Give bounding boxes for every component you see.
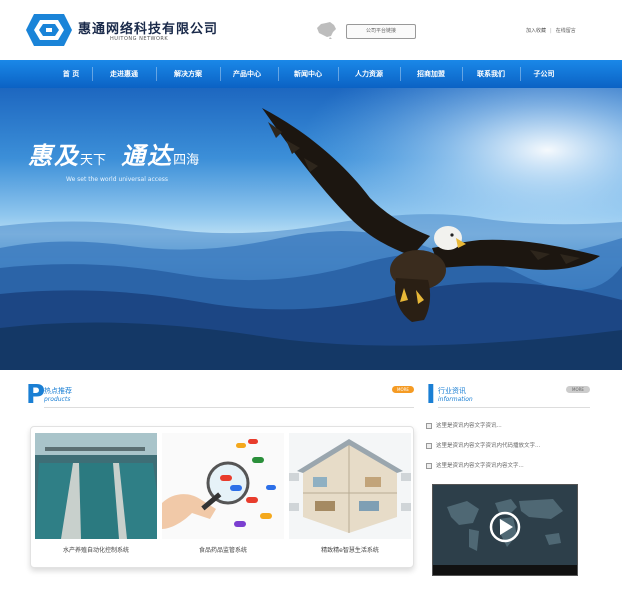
news-more-button[interactable]: MORE: [566, 386, 590, 393]
news-divider: [438, 407, 590, 408]
nav-item-solutions[interactable]: 解决方案: [160, 60, 216, 88]
china-map-icon: [317, 22, 336, 39]
product-label: 食品药品监管系统: [198, 547, 247, 554]
video-player[interactable]: [432, 484, 578, 576]
nav-divider: [520, 67, 521, 81]
top-links: 加入收藏 | 在线留言: [526, 27, 576, 34]
company-name: 惠通网络科技有限公司: [78, 22, 219, 37]
nav-divider: [92, 67, 93, 81]
main-nav: 首 页 走进惠通 解决方案 产品中心 新闻中心 人力资源 招商加盟 联系我们 子…: [0, 60, 622, 88]
news-item[interactable]: 这里是资讯内容文字资讯...: [426, 422, 596, 434]
news-item-text: 这里是资讯内容文字资讯内代码播放文字...: [436, 443, 541, 449]
nav-divider: [156, 67, 157, 81]
nav-divider: [278, 67, 279, 81]
slogan-word-4: 四海: [173, 153, 200, 168]
slogan-word-3: 通达: [121, 141, 174, 170]
pills-magnifier-image: [162, 433, 284, 539]
products-panel: 水产养殖自动化控制系统 食品药品监管系统 精致精e智慧生活系统: [30, 426, 414, 568]
nav-divider: [338, 67, 339, 81]
nav-item-hr[interactable]: 人力资源: [342, 60, 396, 88]
nav-divider: [462, 67, 463, 81]
news-letter-icon: I: [426, 380, 436, 410]
news-bullet-icon: [426, 463, 432, 469]
products-subtitle: products: [44, 396, 71, 403]
product-label: 精致精e智慧生活系统: [321, 547, 379, 554]
add-favorite-link[interactable]: 加入收藏: [526, 28, 546, 34]
link-separator: |: [550, 28, 552, 34]
news-subtitle: information: [438, 396, 473, 403]
company-subtitle: HUITONG NETWORK: [110, 36, 169, 42]
products-more-button[interactable]: MORE: [392, 386, 414, 393]
product-label: 水产养殖自动化控制系统: [62, 547, 129, 554]
news-title: 行业资讯: [438, 387, 466, 395]
banner-slogan: 惠及天下 通达四海: [28, 136, 209, 171]
products-title: 热点推荐: [44, 387, 72, 395]
product-card[interactable]: 精致精e智慧生活系统: [289, 433, 411, 561]
nav-divider: [400, 67, 401, 81]
nav-item-products[interactable]: 产品中心: [222, 60, 272, 88]
nav-item-subsidiary[interactable]: 子公司: [522, 60, 566, 88]
products-divider: [44, 407, 414, 408]
news-item-text: 这里是资讯内容文字资讯内容文字...: [436, 463, 524, 469]
news-item[interactable]: 这里是资讯内容文字资讯内容文字...: [426, 462, 596, 474]
product-card[interactable]: 食品药品监管系统: [162, 433, 284, 561]
site-header: 惠通网络科技有限公司 HUITONG NETWORK 公司平台链接 加入收藏 | 在…: [0, 0, 622, 60]
nav-item-about[interactable]: 走进惠通: [96, 60, 152, 88]
hero-banner: 惠及天下 通达四海 We set the world universal acc…: [0, 88, 622, 370]
news-bullet-icon: [426, 443, 432, 449]
news-bullet-icon: [426, 423, 432, 429]
nav-divider: [220, 67, 221, 81]
nav-item-franchise[interactable]: 招商加盟: [404, 60, 458, 88]
smart-home-image: [289, 433, 411, 539]
aquaculture-image: [35, 433, 157, 539]
online-message-link[interactable]: 在线留言: [556, 28, 576, 34]
platform-link-box[interactable]: 公司平台链接: [346, 24, 416, 39]
company-logo[interactable]: [26, 12, 72, 48]
slogan-word-2: 天下: [80, 153, 107, 168]
news-item-text: 这里是资讯内容文字资讯...: [436, 423, 502, 429]
nav-item-home[interactable]: 首 页: [54, 60, 88, 88]
banner-slogan-en: We set the world universal access: [66, 176, 169, 183]
nav-item-news[interactable]: 新闻中心: [282, 60, 334, 88]
video-world-map: [433, 485, 577, 565]
slogan-word-1: 惠及: [28, 141, 80, 170]
banner-landscape: [0, 88, 622, 370]
product-card[interactable]: 水产养殖自动化控制系统: [35, 433, 157, 561]
products-letter-icon: P: [26, 380, 46, 410]
nav-item-contact[interactable]: 联系我们: [464, 60, 518, 88]
news-item[interactable]: 这里是资讯内容文字资讯内代码播放文字...: [426, 442, 596, 454]
video-control-bar[interactable]: [433, 565, 577, 575]
